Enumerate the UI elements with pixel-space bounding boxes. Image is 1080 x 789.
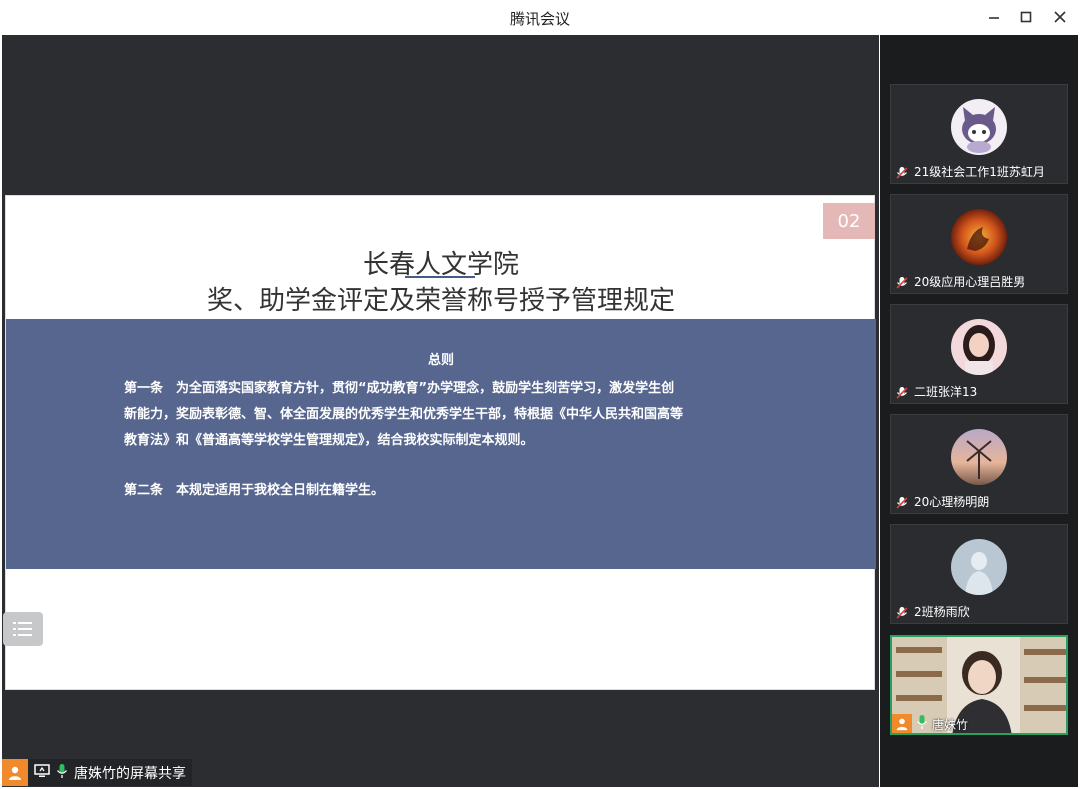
presentation-slide: 02 长春人文学院 奖、助学金评定及荣誉称号授予管理规定 总则 第一条 为全面落… bbox=[5, 195, 876, 690]
title-underline bbox=[405, 276, 475, 278]
user-icon bbox=[892, 714, 912, 733]
screen-share-icon bbox=[34, 763, 50, 782]
minimize-icon[interactable] bbox=[982, 6, 1006, 28]
screen-share-bar: 唐姝竹的屏幕共享 bbox=[2, 759, 192, 786]
shared-screen-area: 02 长春人文学院 奖、助学金评定及荣誉称号授予管理规定 总则 第一条 为全面落… bbox=[2, 35, 879, 787]
mic-muted-icon bbox=[895, 605, 909, 619]
list-icon[interactable] bbox=[3, 612, 43, 646]
window-title: 腾讯会议 bbox=[509, 10, 570, 28]
mic-muted-icon bbox=[895, 385, 909, 399]
user-icon bbox=[2, 759, 28, 786]
fire-avatar bbox=[951, 209, 1007, 265]
participant-tile[interactable]: 二班张洋13 bbox=[890, 304, 1068, 404]
panel-heading: 总则 bbox=[427, 353, 454, 368]
mic-icon bbox=[916, 714, 928, 733]
statue-avatar bbox=[951, 539, 1007, 595]
participant-tile[interactable]: 21级社会工作1班苏虹月 bbox=[890, 84, 1068, 184]
participant-tile[interactable]: 2班杨雨欣 bbox=[890, 524, 1068, 624]
mic-icon bbox=[56, 763, 68, 783]
maximize-icon[interactable] bbox=[1014, 6, 1038, 28]
article1-line1: 第一条 为全面落实国家教育方针，贯彻“成功教育”办学理念，鼓励学生刻苦学习，激发… bbox=[124, 381, 675, 396]
self-name: 唐姝竹 bbox=[932, 717, 969, 732]
mic-muted-icon bbox=[895, 495, 909, 509]
girl-avatar bbox=[951, 319, 1007, 375]
content-panel: 总则 第一条 为全面落实国家教育方针，贯彻“成功教育”办学理念，鼓励学生刻苦学习… bbox=[6, 319, 876, 569]
participants-sidebar: 21级社会工作1班苏虹月 20级应用心理吕胜男 二班张洋13 20心理杨明朗 2… bbox=[880, 35, 1078, 787]
slide-title-line2: 奖、助学金评定及荣誉称号授予管理规定 bbox=[206, 286, 675, 316]
article1-line2: 新能力，奖励表彰德、智、体全面发展的优秀学生和优秀学生干部，特根据《中华人民共和… bbox=[124, 407, 684, 422]
mic-muted-icon bbox=[895, 275, 909, 289]
participant-tile[interactable]: 20心理杨明朗 bbox=[890, 414, 1068, 514]
article2-line: 第二条 本规定适用于我校全日制在籍学生。 bbox=[124, 483, 385, 498]
participant-name: 2班杨雨欣 bbox=[914, 605, 970, 619]
participant-name: 20级应用心理吕胜男 bbox=[914, 275, 1026, 289]
windmill-avatar bbox=[951, 429, 1007, 485]
participant-name: 二班张洋13 bbox=[914, 385, 978, 399]
participant-name: 21级社会工作1班苏虹月 bbox=[914, 165, 1045, 179]
participant-tile[interactable]: 20级应用心理吕胜男 bbox=[890, 194, 1068, 294]
self-video-tile[interactable]: 唐姝竹 bbox=[890, 635, 1068, 735]
screen-share-label: 唐姝竹的屏幕共享 bbox=[74, 765, 186, 782]
slide-number: 02 bbox=[823, 203, 875, 239]
cartoon-avatar bbox=[951, 99, 1007, 155]
article1-line3: 教育法》和《普通高等学校学生管理规定》，结合我校实际制定本规则。 bbox=[124, 433, 534, 448]
mic-muted-icon bbox=[895, 165, 909, 179]
close-icon[interactable] bbox=[1048, 6, 1072, 28]
title-bar: 腾讯会议 bbox=[0, 0, 1080, 35]
participant-name: 20心理杨明朗 bbox=[914, 495, 990, 509]
